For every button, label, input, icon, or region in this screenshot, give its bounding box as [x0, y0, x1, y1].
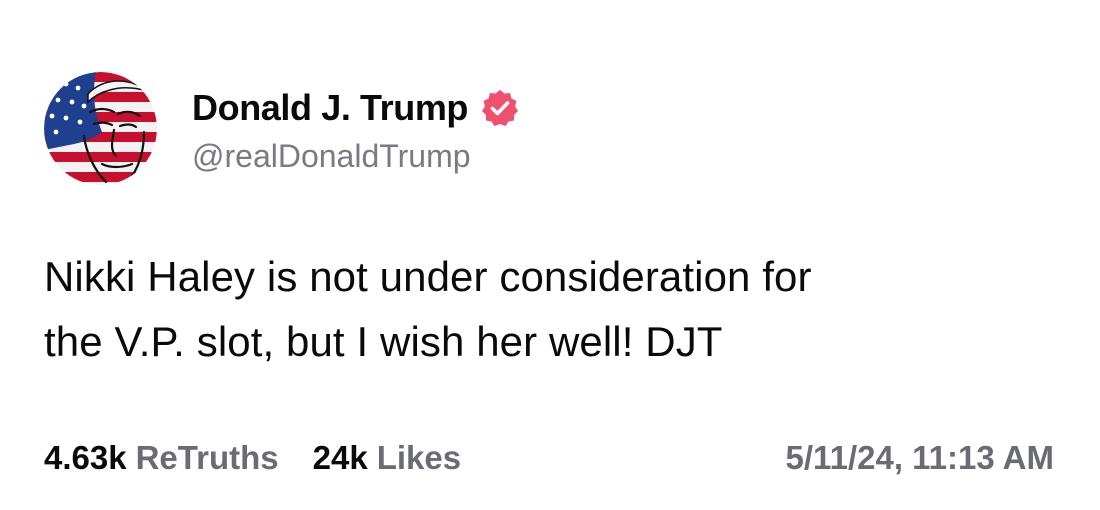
- post-footer: 4.63k ReTruths 24k Likes 5/11/24, 11:13 …: [44, 435, 1054, 481]
- truth-post: Donald J. Trump @realDonaldTrump Nikki H…: [0, 0, 1100, 510]
- retruths-stat[interactable]: 4.63k ReTruths: [44, 439, 279, 477]
- avatar[interactable]: [44, 72, 157, 185]
- post-text-line: the V.P. slot, but I wish her well! DJT: [44, 318, 723, 365]
- author-handle[interactable]: @realDonaldTrump: [192, 138, 520, 175]
- retruths-count: 4.63k: [44, 439, 127, 476]
- flag-portrait-avatar-icon: [44, 72, 157, 185]
- post-timestamp[interactable]: 5/11/24, 11:13 AM: [786, 439, 1054, 477]
- author-display-name[interactable]: Donald J. Trump: [192, 87, 468, 129]
- likes-label: Likes: [376, 439, 462, 476]
- post-stats: 4.63k ReTruths 24k Likes: [44, 439, 495, 477]
- verified-badge-icon: [480, 88, 520, 128]
- post-header: Donald J. Trump @realDonaldTrump: [44, 72, 520, 185]
- author-name-row: Donald J. Trump: [192, 82, 520, 134]
- author-identity: Donald J. Trump @realDonaldTrump: [192, 82, 520, 175]
- post-text-line: Nikki Haley is not under consideration f…: [44, 253, 812, 300]
- likes-count: 24k: [312, 439, 368, 476]
- retruths-label: ReTruths: [135, 439, 279, 476]
- post-body: Nikki Haley is not under consideration f…: [44, 244, 1044, 374]
- likes-stat[interactable]: 24k Likes: [313, 439, 461, 477]
